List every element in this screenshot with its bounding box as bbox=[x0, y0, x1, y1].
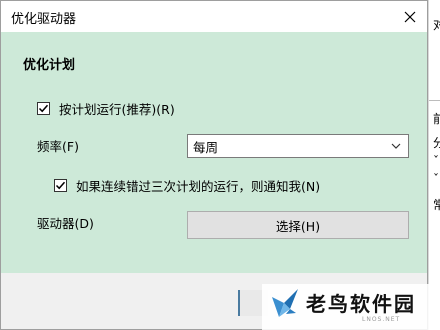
background-text: ˇ bbox=[433, 172, 439, 186]
section-heading: 优化计划 bbox=[23, 58, 76, 73]
background-text: 前 bbox=[433, 110, 440, 127]
notify-missed-runs-checkbox[interactable]: 如果连续错过三次计划的运行，则通知我(N) bbox=[54, 176, 320, 195]
close-button[interactable] bbox=[393, 1, 427, 32]
checkbox-box bbox=[54, 179, 67, 192]
frequency-value: 每周 bbox=[193, 139, 219, 155]
background-text: 分 bbox=[433, 134, 440, 151]
run-on-schedule-checkbox[interactable]: 按计划运行(推荐)(R) bbox=[37, 99, 175, 118]
run-on-schedule-label: 按计划运行(推荐)(R) bbox=[59, 102, 175, 117]
watermark-title: 老鸟软件园 bbox=[306, 292, 416, 316]
background-text: 常 bbox=[433, 196, 440, 213]
chevron-down-icon bbox=[391, 141, 401, 151]
drives-label: 驱动器(D) bbox=[37, 216, 94, 231]
checkbox-box bbox=[37, 102, 50, 115]
background-divider bbox=[429, 100, 440, 101]
title-bar: 优化驱动器 bbox=[1, 1, 427, 32]
background-text: ˇ bbox=[433, 154, 439, 168]
checkmark-icon bbox=[55, 181, 66, 190]
frequency-select[interactable]: 每周 bbox=[187, 134, 409, 158]
checkmark-icon bbox=[38, 104, 49, 113]
choose-drives-button[interactable]: 选择(H) bbox=[187, 211, 409, 239]
notify-missed-runs-label: 如果连续错过三次计划的运行，则通知我(N) bbox=[76, 179, 321, 194]
window-title: 优化驱动器 bbox=[11, 12, 77, 27]
bird-logo-icon bbox=[272, 289, 298, 317]
close-icon bbox=[404, 11, 416, 22]
underlying-window-edge: 对 前 分 ˇ ˇ 常 bbox=[428, 0, 440, 330]
optimize-drives-dialog: 优化驱动器 优化计划 按计划运行(推荐)(R) 频率(F) 每周 如果连续错过三… bbox=[0, 0, 428, 330]
frequency-label: 频率(F) bbox=[37, 139, 79, 154]
watermark-url: LNOS.NET bbox=[362, 316, 401, 323]
watermark: 老鸟软件园 LNOS.NET bbox=[262, 284, 440, 330]
schedule-panel: 优化计划 按计划运行(推荐)(R) 频率(F) 每周 如果连续错过三次计划的运行… bbox=[1, 32, 427, 273]
background-text: 对 bbox=[433, 16, 440, 33]
